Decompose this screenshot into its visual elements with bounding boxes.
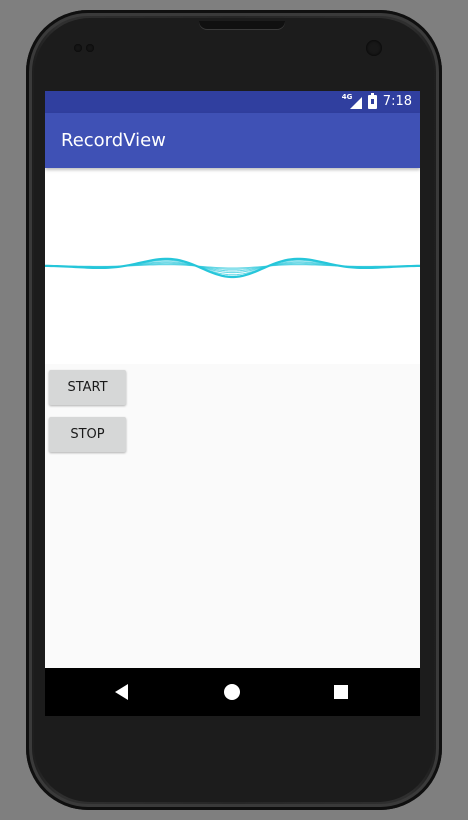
status-icons: 4G 7:18 bbox=[342, 93, 412, 111]
status-bar: 4G 7:18 bbox=[45, 91, 420, 113]
navigation-bar bbox=[45, 668, 420, 716]
app-title: RecordView bbox=[61, 130, 166, 151]
recents-icon[interactable] bbox=[334, 685, 348, 699]
light-sensor bbox=[86, 44, 94, 52]
front-camera-icon bbox=[366, 40, 382, 56]
earpiece-speaker bbox=[199, 21, 285, 29]
device-screen: 4G 7:18 RecordView START STOP bbox=[45, 91, 420, 716]
app-bar: RecordView bbox=[45, 113, 420, 168]
start-button[interactable]: START bbox=[49, 370, 126, 405]
back-icon[interactable] bbox=[115, 684, 128, 700]
proximity-sensor bbox=[74, 44, 82, 52]
stop-button[interactable]: STOP bbox=[49, 417, 126, 452]
waveform-graphic bbox=[45, 257, 420, 279]
signal-strength-icon bbox=[349, 97, 362, 109]
record-waveform-view bbox=[45, 168, 420, 364]
home-icon[interactable] bbox=[224, 684, 240, 700]
status-clock: 7:18 bbox=[382, 94, 412, 109]
battery-icon bbox=[367, 93, 377, 109]
signal-icon: 4G bbox=[342, 93, 362, 109]
